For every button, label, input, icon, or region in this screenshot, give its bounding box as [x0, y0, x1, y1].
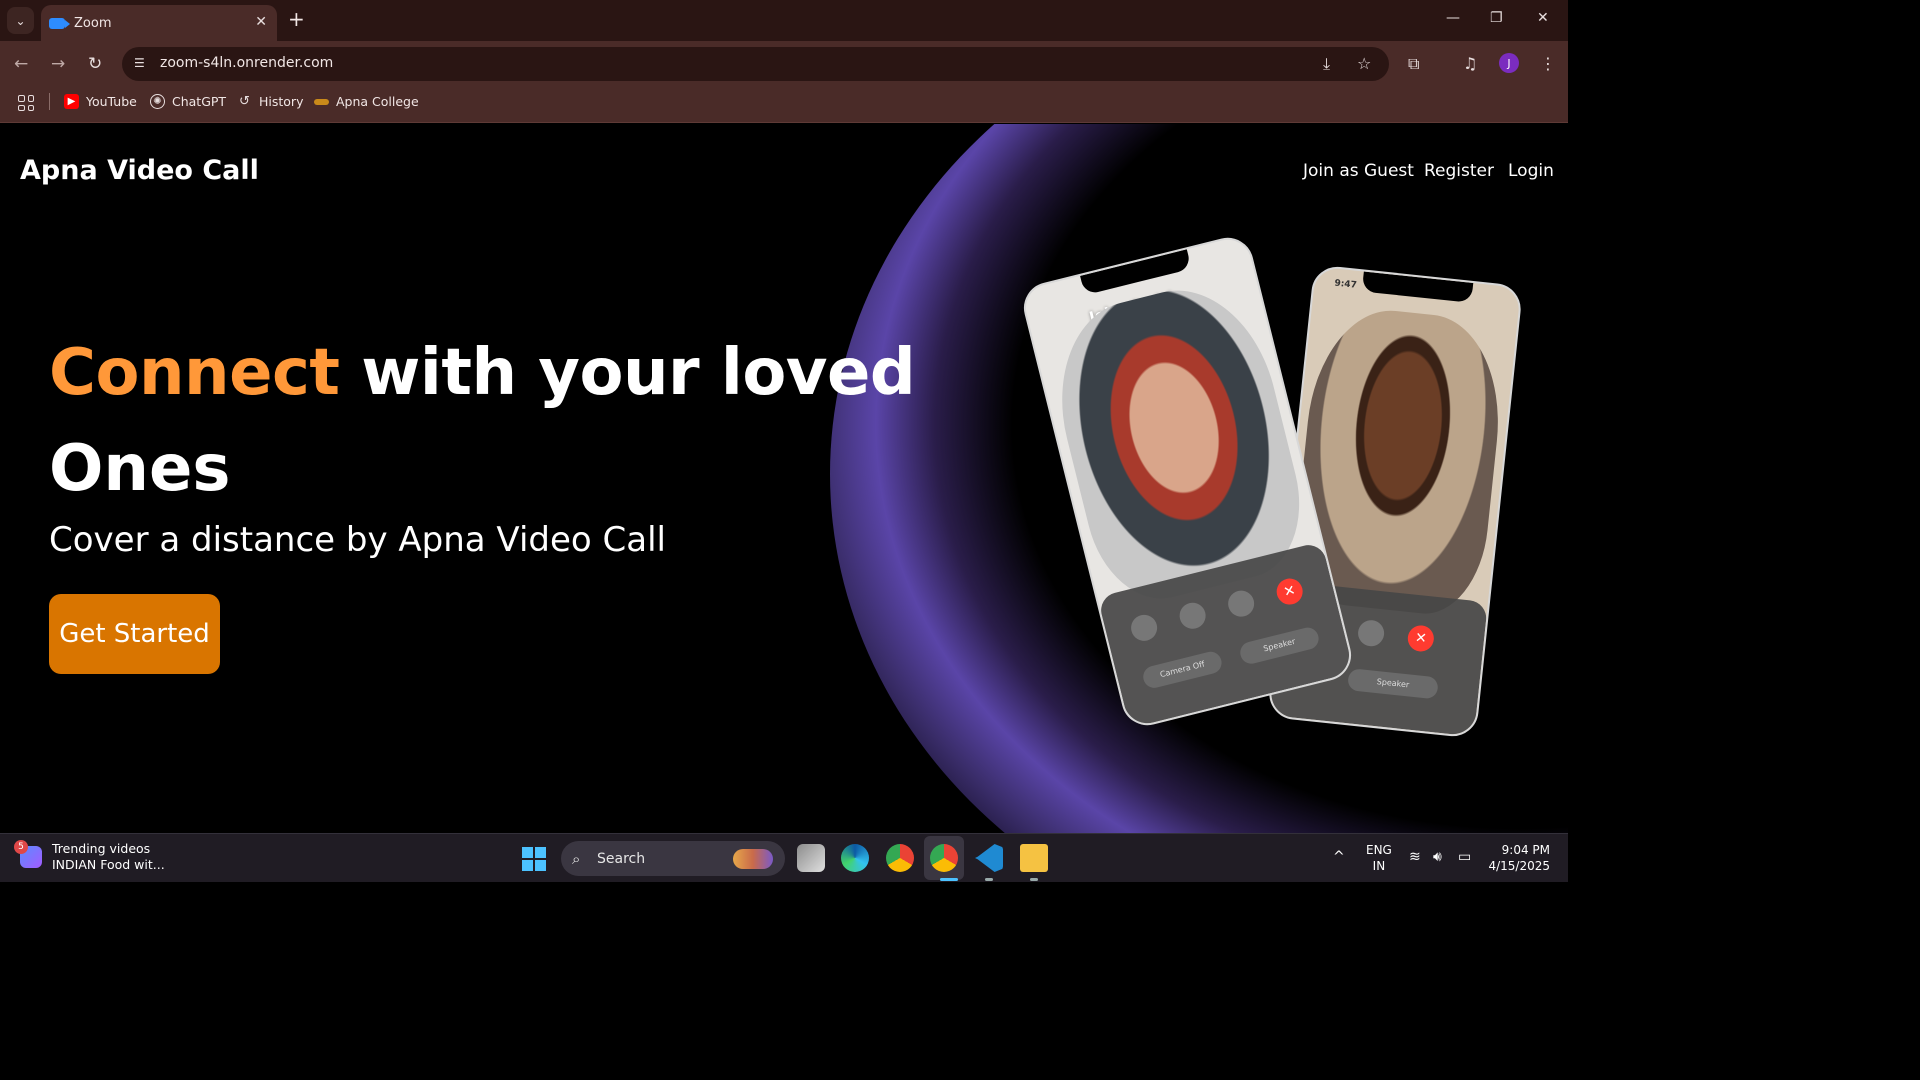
vscode-icon[interactable] [975, 844, 1003, 872]
effects-icon [1128, 611, 1160, 644]
speaker-pill: Speaker [1237, 624, 1321, 666]
address-bar[interactable]: ☰ zoom-s4ln.onrender.com ⤓ ☆ [122, 47, 1389, 81]
tab-title: Zoom [74, 15, 112, 31]
bookmark-history[interactable]: ↺ History [237, 94, 303, 109]
clock[interactable]: 9:04 PM 4/15/2025 [1488, 842, 1550, 874]
active-indicator [940, 878, 958, 881]
bookmark-label: Apna College [336, 94, 419, 109]
bookmark-youtube[interactable]: ▶ YouTube [64, 94, 137, 109]
landing-page: Apna Video Call Join as Guest Register L… [0, 124, 1568, 833]
install-app-icon[interactable]: ⤓ [1323, 54, 1330, 74]
speaker-pill: Speaker [1347, 667, 1439, 700]
bookmarks-divider [49, 93, 50, 110]
nav-register[interactable]: Register [1424, 161, 1494, 181]
new-tab-button[interactable]: + [288, 9, 305, 29]
bookmark-star-icon[interactable]: ☆ [1357, 54, 1371, 73]
close-tab-icon[interactable]: ✕ [255, 14, 267, 30]
apna-college-icon [314, 98, 329, 105]
flip-icon [1225, 587, 1257, 620]
media-controls-icon[interactable]: ♫ [1463, 54, 1477, 73]
nav-join-guest[interactable]: Join as Guest [1303, 161, 1414, 181]
end-call-icon: ✕ [1273, 575, 1306, 608]
chatgpt-icon: ✺ [150, 94, 165, 109]
minimize-button[interactable]: — [1446, 10, 1460, 26]
show-hidden-icons[interactable]: ^ [1333, 849, 1345, 865]
tab-zoom[interactable]: Zoom ✕ [41, 5, 277, 41]
file-explorer-icon[interactable] [1020, 844, 1048, 872]
back-button[interactable]: ← [14, 54, 28, 74]
camera-off-pill: Camera Off [1140, 649, 1224, 690]
hero-accent-word: Connect [49, 336, 340, 410]
phone-time: 9:47 [1333, 278, 1358, 291]
notification-badge: 5 [14, 840, 28, 854]
widgets-button[interactable]: 5 Trending videos INDIAN Food wit... [14, 840, 165, 873]
reload-button[interactable]: ↻ [88, 54, 102, 74]
volume-icon[interactable]: 🔊︎ [1433, 849, 1442, 865]
running-indicator [985, 878, 993, 881]
restore-button[interactable]: ❐ [1490, 10, 1503, 26]
widget-text: Trending videos INDIAN Food wit... [52, 841, 165, 873]
wifi-icon[interactable]: ≋ [1409, 849, 1421, 865]
tab-list-button[interactable]: ⌄ [7, 7, 34, 34]
bookmarks-bar [0, 87, 1568, 123]
zoom-camera-icon [49, 17, 70, 29]
mute-icon [1176, 599, 1209, 632]
bookmark-label: YouTube [86, 94, 137, 109]
search-icon: ⌕ [572, 850, 581, 868]
get-started-button[interactable]: Get Started [49, 594, 220, 674]
hero-heading-line1: Connect with your loved [49, 336, 916, 410]
browser-tab-bar: ⌄ Zoom ✕ + — ❐ ✕ [0, 0, 1568, 41]
search-label: Search [597, 850, 646, 867]
search-highlight-icon [733, 849, 773, 869]
windows-taskbar: 5 Trending videos INDIAN Food wit... ⌕ S… [0, 833, 1568, 882]
bookmark-label: History [259, 94, 304, 109]
forward-button[interactable]: → [51, 54, 65, 74]
clock-date: 4/15/2025 [1488, 859, 1550, 873]
menu-kebab-icon[interactable]: ⋮ [1540, 54, 1556, 73]
flip-icon [1356, 618, 1386, 648]
hero-heading-line2: Ones [49, 432, 231, 506]
history-icon: ↺ [239, 94, 250, 109]
chrome-icon[interactable] [886, 844, 914, 872]
nav-login[interactable]: Login [1508, 161, 1554, 181]
lang-code: ENG [1366, 843, 1392, 857]
bookmark-apna-college[interactable]: Apna College [314, 94, 419, 109]
edge-icon[interactable] [841, 844, 869, 872]
youtube-icon: ▶ [64, 94, 79, 109]
chrome-profile-icon[interactable] [930, 844, 958, 872]
widgets-icon: 5 [14, 840, 42, 868]
url-text[interactable]: zoom-s4ln.onrender.com [160, 55, 333, 71]
widget-title: Trending videos [52, 841, 151, 856]
apps-grid-icon[interactable] [18, 95, 34, 111]
close-window-button[interactable]: ✕ [1537, 10, 1549, 26]
task-view-icon[interactable] [797, 844, 825, 872]
clock-time: 9:04 PM [1501, 843, 1550, 857]
bookmark-label: ChatGPT [172, 94, 227, 109]
region-code: IN [1372, 859, 1386, 873]
brand-title[interactable]: Apna Video Call [20, 155, 259, 186]
language-indicator[interactable]: ENG IN [1366, 842, 1392, 874]
hero-subtitle: Cover a distance by Apna Video Call [49, 520, 666, 560]
profile-avatar[interactable]: J [1499, 53, 1519, 73]
browser-toolbar: ← → ↻ ☰ zoom-s4ln.onrender.com ⤓ ☆ ⧉ ♫ J… [0, 41, 1568, 87]
taskbar-search[interactable]: ⌕ Search [561, 841, 785, 876]
bookmark-chatgpt[interactable]: ✺ ChatGPT [150, 94, 226, 109]
extensions-icon[interactable]: ⧉ [1408, 54, 1419, 74]
start-windows-icon[interactable] [522, 847, 546, 871]
battery-icon[interactable]: ▭ [1458, 849, 1471, 865]
running-indicator [1030, 878, 1038, 881]
chevron-down-icon: ⌄ [15, 13, 26, 28]
widget-subtitle: INDIAN Food wit... [52, 857, 165, 872]
hero-heading-rest: with your loved [339, 336, 916, 410]
site-info-icon[interactable]: ☰ [134, 56, 148, 70]
end-call-icon: ✕ [1406, 623, 1436, 653]
